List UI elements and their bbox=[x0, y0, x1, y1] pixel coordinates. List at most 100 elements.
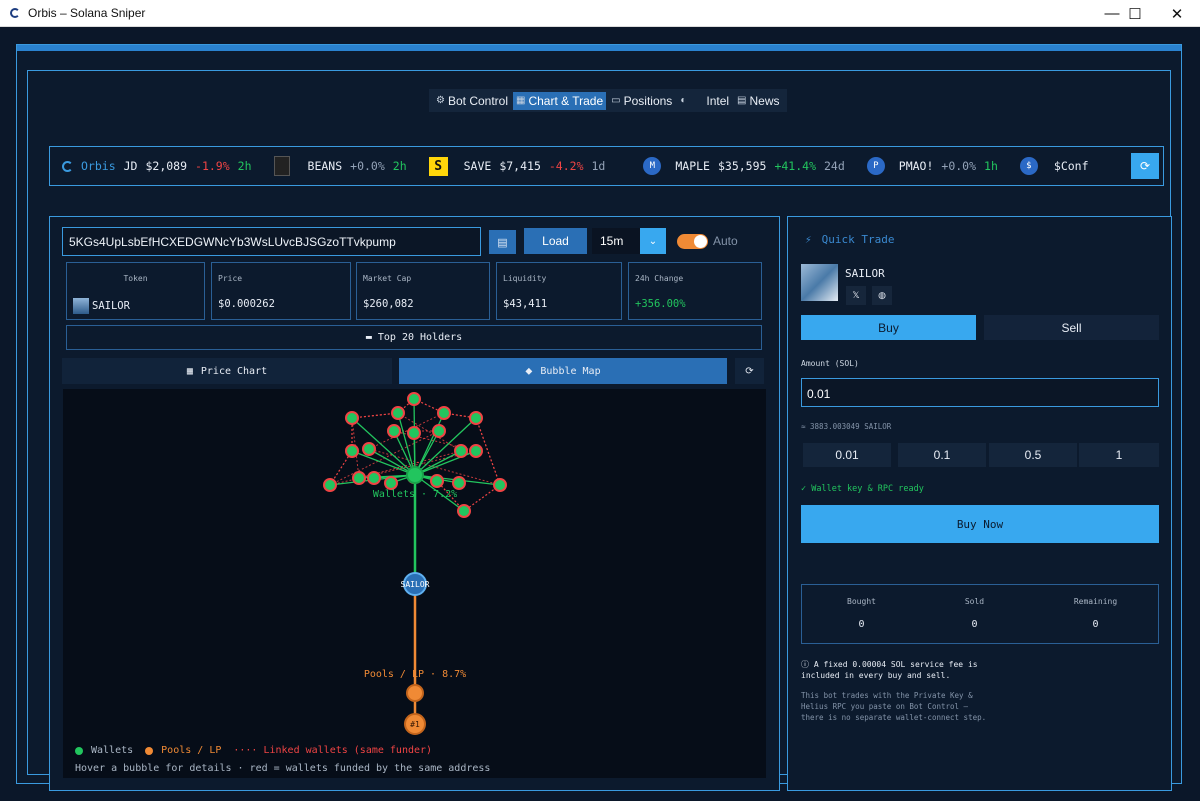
token-image bbox=[801, 264, 838, 301]
stat-label: Price bbox=[218, 274, 243, 283]
sell-tab[interactable]: Sell bbox=[984, 315, 1159, 340]
preset-button[interactable]: 0.1 bbox=[898, 443, 986, 467]
bought-col: Bought 0 bbox=[802, 585, 921, 630]
tab-label: Bubble Map bbox=[540, 365, 601, 377]
tab-bot-control[interactable]: ⚙ Bot Control bbox=[433, 92, 511, 110]
preset-button[interactable]: 0.5 bbox=[989, 443, 1077, 467]
maximize-button[interactable]: ☐ bbox=[1112, 0, 1158, 27]
wallet-bubble[interactable] bbox=[391, 406, 405, 420]
ticker-price: $35,595 bbox=[717, 159, 767, 173]
bubble-map[interactable]: SAILOR Wallets · 7.2% Pools / LP · 8.7% … bbox=[63, 389, 766, 778]
wallet-bubble[interactable] bbox=[323, 478, 337, 492]
position-value: 0 bbox=[1092, 619, 1099, 630]
load-button[interactable]: Load bbox=[524, 228, 587, 254]
tab-positions[interactable]: ▭ Positions bbox=[608, 92, 675, 110]
tab-bubble-map[interactable]: ⬥ Bubble Map bbox=[399, 358, 727, 384]
pools-label: Pools / LP · 8.7% bbox=[364, 669, 466, 680]
wallet-bubble[interactable] bbox=[362, 442, 376, 456]
token-panel: 5KGs4UpLsbEfHCXEDGWNcYb3WsLUvcBJSGzoTTvk… bbox=[49, 216, 780, 791]
stat-label: Market Cap bbox=[363, 274, 412, 283]
main-nav: ⚙ Bot Control ▦ Chart & Trade ▭ Positions ◐… bbox=[429, 89, 787, 112]
wallet-bubble[interactable] bbox=[430, 474, 444, 488]
ticker-item[interactable]: P PMAO! +0.0% 1h bbox=[866, 157, 998, 175]
tab-price-chart[interactable]: ▦ Price Chart bbox=[62, 358, 392, 384]
map-refresh-button[interactable]: ⟳ bbox=[735, 358, 764, 384]
x-twitter-icon[interactable]: 𝕏 bbox=[846, 286, 866, 305]
ticker-item[interactable]: Orbis JD $2,089 -1.9% 2h bbox=[62, 159, 252, 173]
ticker-item[interactable]: $ $Conf bbox=[1019, 157, 1089, 175]
amount-label: Amount (SOL) bbox=[801, 359, 859, 368]
close-button[interactable]: ✕ bbox=[1154, 0, 1200, 27]
stat-value: SAILOR bbox=[92, 300, 130, 312]
wallet-ready-status: ✓ Wallet key & RPC ready bbox=[801, 484, 924, 494]
wallet-hub-bubble[interactable] bbox=[406, 466, 424, 484]
preset-button[interactable]: 1 bbox=[1079, 443, 1159, 467]
ticker-item[interactable]: BEANS +0.0% 2h bbox=[273, 156, 407, 176]
ticker-item[interactable]: S SAVE $7,415 -4.2% 1d bbox=[428, 156, 605, 176]
token-avatar bbox=[73, 298, 89, 314]
buy-now-button[interactable]: Buy Now bbox=[801, 505, 1159, 543]
position-label: Bought bbox=[847, 597, 876, 606]
tab-label: Price Chart bbox=[200, 365, 268, 377]
auto-refresh-toggle[interactable] bbox=[677, 234, 708, 249]
stat-label: 24h Change bbox=[635, 274, 684, 283]
wallet-bubble[interactable] bbox=[352, 471, 366, 485]
amount-input[interactable]: 0.01 bbox=[801, 378, 1159, 407]
contract-address-input[interactable]: 5KGs4UpLsbEfHCXEDGWNcYb3WsLUvcBJSGzoTTvk… bbox=[62, 227, 481, 256]
window-titlebar: Orbis – Solana Sniper — ☐ ✕ bbox=[0, 0, 1200, 27]
pool-bubble[interactable] bbox=[406, 684, 424, 702]
wallet-bubble[interactable] bbox=[432, 424, 446, 438]
timeframe-select[interactable]: 15m ⌄ bbox=[592, 228, 666, 254]
app-logo-icon bbox=[10, 8, 20, 18]
stat-24h-change: 24h Change +356.00% bbox=[628, 262, 762, 320]
wallet-bubble[interactable] bbox=[367, 471, 381, 485]
holders-label: Top 20 Holders bbox=[377, 332, 463, 343]
ticker-change: +41.4% bbox=[774, 159, 816, 173]
wallet-bubble[interactable] bbox=[437, 406, 451, 420]
wallet-bubble[interactable] bbox=[407, 392, 421, 406]
token-name: SAILOR bbox=[845, 267, 885, 280]
wallet-bubble[interactable] bbox=[469, 444, 483, 458]
tab-chart-trade[interactable]: ▦ Chart & Trade bbox=[513, 91, 607, 110]
ticker-refresh-button[interactable]: ⟳ bbox=[1131, 153, 1159, 179]
main-container: ⚙ Bot Control ▦ Chart & Trade ▭ Positions ◐… bbox=[27, 70, 1172, 791]
wallet-bubble[interactable] bbox=[407, 426, 421, 440]
top-holders-button[interactable]: ▬ Top 20 Holders bbox=[66, 325, 762, 350]
clipboard-paste-icon[interactable]: ▤ bbox=[489, 230, 516, 254]
dotted-line-icon: ···· bbox=[233, 745, 258, 756]
wallet-bubble[interactable] bbox=[493, 478, 507, 492]
position-summary: Bought 0 Sold 0 Remaining 0 bbox=[801, 584, 1159, 644]
ticker-change: -4.2% bbox=[548, 159, 584, 173]
wallet-bubble[interactable] bbox=[452, 476, 466, 490]
wallets-label: Wallets · 7.2% bbox=[373, 489, 457, 500]
ticker-symbol: JD bbox=[123, 159, 138, 173]
stat-market-cap: Market Cap $260,082 bbox=[356, 262, 490, 320]
preset-button[interactable]: 0.01 bbox=[803, 443, 891, 467]
wallet-spoke-line bbox=[414, 417, 477, 476]
sold-col: Sold 0 bbox=[915, 585, 1034, 630]
tab-theme[interactable]: ◐ bbox=[677, 93, 689, 108]
wallet-bubble[interactable] bbox=[345, 411, 359, 425]
wallet-bubble[interactable] bbox=[384, 476, 398, 490]
ticker-change: +0.0% bbox=[941, 159, 977, 173]
ticker-item[interactable]: M MAPLE $35,595 +41.4% 24d bbox=[643, 157, 845, 175]
wallet-bubble[interactable] bbox=[387, 424, 401, 438]
orbis-logo-icon bbox=[62, 160, 73, 172]
wallet-bubble[interactable] bbox=[345, 444, 359, 458]
legend-pools: Pools / LP bbox=[161, 745, 222, 756]
bubble-icon: ⬥ bbox=[525, 365, 533, 377]
ticker-name: $Conf bbox=[1053, 159, 1089, 173]
globe-icon[interactable]: ◍ bbox=[872, 286, 892, 305]
map-legend: Wallets Pools / LP ···· Linked wallets (s… bbox=[75, 745, 432, 756]
tab-intel[interactable]: Intel bbox=[703, 92, 732, 110]
chart-icon: ▦ bbox=[186, 365, 193, 377]
stat-value: $260,082 bbox=[363, 298, 414, 310]
estimate-text: ≈ 3883.003049 SAILOR bbox=[801, 422, 892, 431]
tab-label: Intel bbox=[706, 93, 730, 108]
wallet-bubble[interactable] bbox=[469, 411, 483, 425]
ticker-timeframe: 24d bbox=[824, 159, 845, 173]
wallet-bubble[interactable] bbox=[457, 504, 471, 518]
buy-tab[interactable]: Buy bbox=[801, 315, 976, 340]
wallet-bubble[interactable] bbox=[454, 444, 468, 458]
tab-news[interactable]: ▤ News bbox=[734, 92, 782, 110]
